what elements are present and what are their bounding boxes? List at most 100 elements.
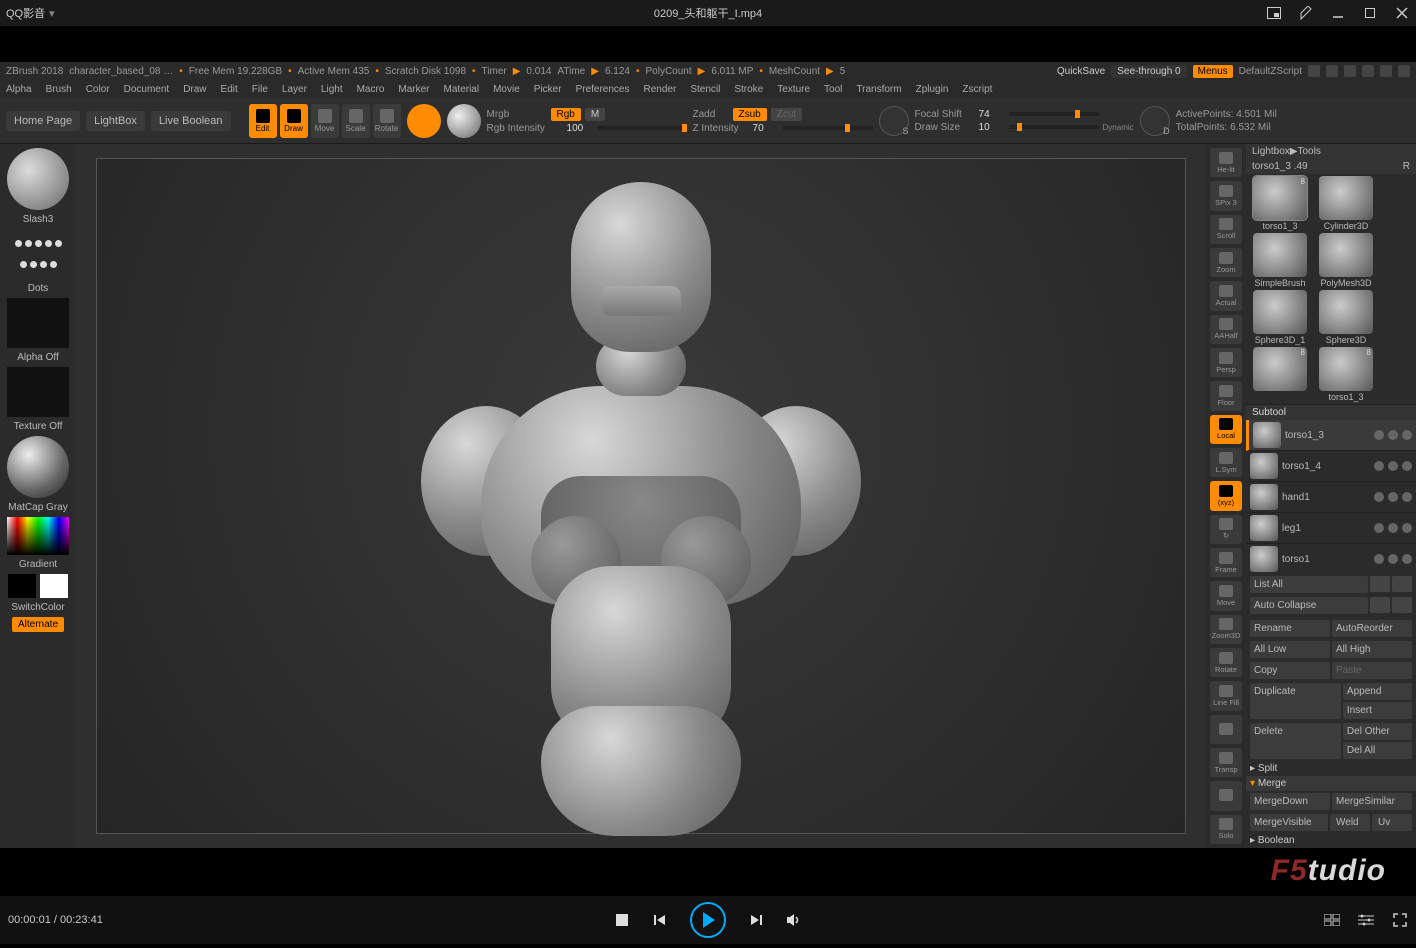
default-zscript[interactable]: DefaultZScript bbox=[1239, 66, 1302, 77]
zadd-toggle[interactable]: Zadd bbox=[693, 109, 729, 120]
menu-picker[interactable]: Picker bbox=[534, 84, 562, 95]
merge-section[interactable]: ▾ Merge bbox=[1246, 776, 1416, 791]
quicksave-button[interactable]: QuickSave bbox=[1057, 66, 1105, 77]
draw-size-slider[interactable] bbox=[1009, 125, 1099, 129]
pip-icon[interactable] bbox=[1266, 5, 1282, 21]
del-all-button[interactable]: Del All bbox=[1343, 742, 1412, 759]
playlist-icon[interactable] bbox=[1324, 912, 1340, 928]
menu-file[interactable]: File bbox=[252, 84, 268, 95]
scale-mode-button[interactable]: Scale bbox=[342, 104, 370, 138]
del-other-button[interactable]: Del Other bbox=[1343, 723, 1412, 740]
subtool-row-torso1[interactable]: torso1 bbox=[1246, 544, 1416, 574]
menu-zscript[interactable]: Zscript bbox=[962, 84, 992, 95]
weld-button[interactable]: Weld bbox=[1330, 814, 1370, 831]
duplicate-button[interactable]: Duplicate bbox=[1250, 683, 1341, 719]
volume-button[interactable] bbox=[786, 912, 802, 928]
tool-name[interactable]: torso1_3 .49 bbox=[1252, 161, 1308, 172]
mrgb-label[interactable]: Mrgb bbox=[487, 109, 547, 120]
subtool-row-torso1_4[interactable]: torso1_4 bbox=[1246, 451, 1416, 482]
shelf--xyz-[interactable]: (xyz) bbox=[1210, 481, 1242, 510]
app-name[interactable]: QQ影音 bbox=[6, 5, 45, 21]
menu-alpha[interactable]: Alpha bbox=[6, 84, 32, 95]
merge-visible-button[interactable]: MergeVisible bbox=[1250, 814, 1328, 831]
gradient-label[interactable]: Gradient bbox=[19, 559, 57, 570]
tool-thumb-SimpleBrush[interactable]: SimpleBrush bbox=[1248, 233, 1312, 288]
draw-size-value[interactable]: 10 bbox=[979, 122, 1005, 133]
shelf-he-lit[interactable]: He-lit bbox=[1210, 148, 1242, 177]
menu-tool[interactable]: Tool bbox=[824, 84, 842, 95]
shelf-zoom3d[interactable]: Zoom3D bbox=[1210, 615, 1242, 644]
play-button[interactable] bbox=[690, 902, 726, 938]
switch-color[interactable]: SwitchColor bbox=[11, 602, 64, 613]
live-boolean-tab[interactable]: Live Boolean bbox=[151, 111, 231, 131]
prev-button[interactable] bbox=[652, 912, 668, 928]
shelf-btn-17[interactable] bbox=[1210, 715, 1242, 744]
subtool-header[interactable]: Subtool bbox=[1246, 404, 1416, 420]
autoreorder-button[interactable]: AutoReorder bbox=[1332, 620, 1412, 637]
fullscreen-icon[interactable] bbox=[1392, 912, 1408, 928]
tool-thumb-PolyMesh3D[interactable]: PolyMesh3D bbox=[1314, 233, 1378, 288]
zcut-toggle[interactable]: Zcut bbox=[771, 108, 802, 121]
menu-movie[interactable]: Movie bbox=[493, 84, 520, 95]
menu-edit[interactable]: Edit bbox=[221, 84, 238, 95]
boolean-section[interactable]: ▸ Boolean bbox=[1246, 833, 1416, 848]
lightbox-tab[interactable]: LightBox bbox=[86, 111, 145, 131]
brush-thumbnail[interactable] bbox=[7, 148, 69, 210]
shelf-zoom[interactable]: Zoom bbox=[1210, 248, 1242, 277]
settings-icon[interactable] bbox=[1358, 912, 1374, 928]
focal-shift-dial[interactable]: S bbox=[879, 106, 909, 136]
menu-light[interactable]: Light bbox=[321, 84, 343, 95]
shelf-l-sym[interactable]: L.Sym bbox=[1210, 448, 1242, 477]
material-preview[interactable] bbox=[447, 104, 481, 138]
focal-shift-value[interactable]: 74 bbox=[979, 109, 1005, 120]
viewport[interactable] bbox=[76, 144, 1206, 848]
shelf-line-fill[interactable]: Line Fill bbox=[1210, 681, 1242, 710]
subtool-row-hand1[interactable]: hand1 bbox=[1246, 482, 1416, 513]
rename-button[interactable]: Rename bbox=[1250, 620, 1330, 637]
split-section[interactable]: ▸ Split bbox=[1246, 761, 1416, 776]
menu-brush[interactable]: Brush bbox=[46, 84, 72, 95]
copy-button[interactable]: Copy bbox=[1250, 662, 1330, 679]
rgb-toggle[interactable]: Rgb bbox=[551, 108, 581, 121]
status-icon-4[interactable] bbox=[1362, 65, 1374, 77]
z-intensity-slider[interactable] bbox=[783, 126, 873, 130]
merge-similar-button[interactable]: MergeSimilar bbox=[1332, 793, 1412, 810]
shelf-solo[interactable]: Solo bbox=[1210, 815, 1242, 844]
shelf-persp[interactable]: Persp bbox=[1210, 348, 1242, 377]
insert-button[interactable]: Insert bbox=[1343, 702, 1412, 719]
primary-color-swatch[interactable] bbox=[40, 574, 68, 598]
menu-color[interactable]: Color bbox=[86, 84, 110, 95]
menu-draw[interactable]: Draw bbox=[183, 84, 206, 95]
z-intensity-value[interactable]: 70 bbox=[753, 123, 779, 134]
focal-shift-slider[interactable] bbox=[1009, 112, 1099, 116]
dropdown-icon[interactable]: ▾ bbox=[49, 7, 55, 20]
tool-thumb-torso1_3[interactable]: 8torso1_3 bbox=[1248, 176, 1312, 231]
shelf-scroll[interactable]: Scroll bbox=[1210, 215, 1242, 244]
menu-marker[interactable]: Marker bbox=[398, 84, 429, 95]
menu-texture[interactable]: Texture bbox=[777, 84, 810, 95]
tool-thumb-6[interactable]: 8 bbox=[1248, 347, 1312, 402]
r-toggle[interactable]: R bbox=[1403, 161, 1410, 172]
menu-transform[interactable]: Transform bbox=[856, 84, 901, 95]
paste-button[interactable]: Paste bbox=[1332, 662, 1412, 679]
arrow-up-icon[interactable] bbox=[1370, 576, 1390, 592]
move-up-icon[interactable] bbox=[1370, 597, 1390, 613]
shelf-transp[interactable]: Transp bbox=[1210, 748, 1242, 777]
stroke-thumbnail[interactable] bbox=[8, 229, 68, 279]
menu-stroke[interactable]: Stroke bbox=[734, 84, 763, 95]
arrow-down-icon[interactable] bbox=[1392, 576, 1412, 592]
shelf--[interactable]: ↻ bbox=[1210, 515, 1242, 544]
auto-collapse-button[interactable]: Auto Collapse bbox=[1250, 597, 1368, 614]
alternate-button[interactable]: Alternate bbox=[12, 617, 64, 632]
draw-mode-button[interactable]: Draw bbox=[280, 104, 308, 138]
status-icon-2[interactable] bbox=[1326, 65, 1338, 77]
shelf-aahalf[interactable]: AAHalf bbox=[1210, 315, 1242, 344]
menu-zplugin[interactable]: Zplugin bbox=[916, 84, 949, 95]
menu-document[interactable]: Document bbox=[124, 84, 170, 95]
subtool-row-leg1[interactable]: leg1 bbox=[1246, 513, 1416, 544]
pin-icon[interactable] bbox=[1298, 5, 1314, 21]
zsub-toggle[interactable]: Zsub bbox=[733, 108, 767, 121]
status-icon-1[interactable] bbox=[1308, 65, 1320, 77]
uv-button[interactable]: Uv bbox=[1372, 814, 1412, 831]
alpha-thumbnail[interactable] bbox=[7, 298, 69, 348]
